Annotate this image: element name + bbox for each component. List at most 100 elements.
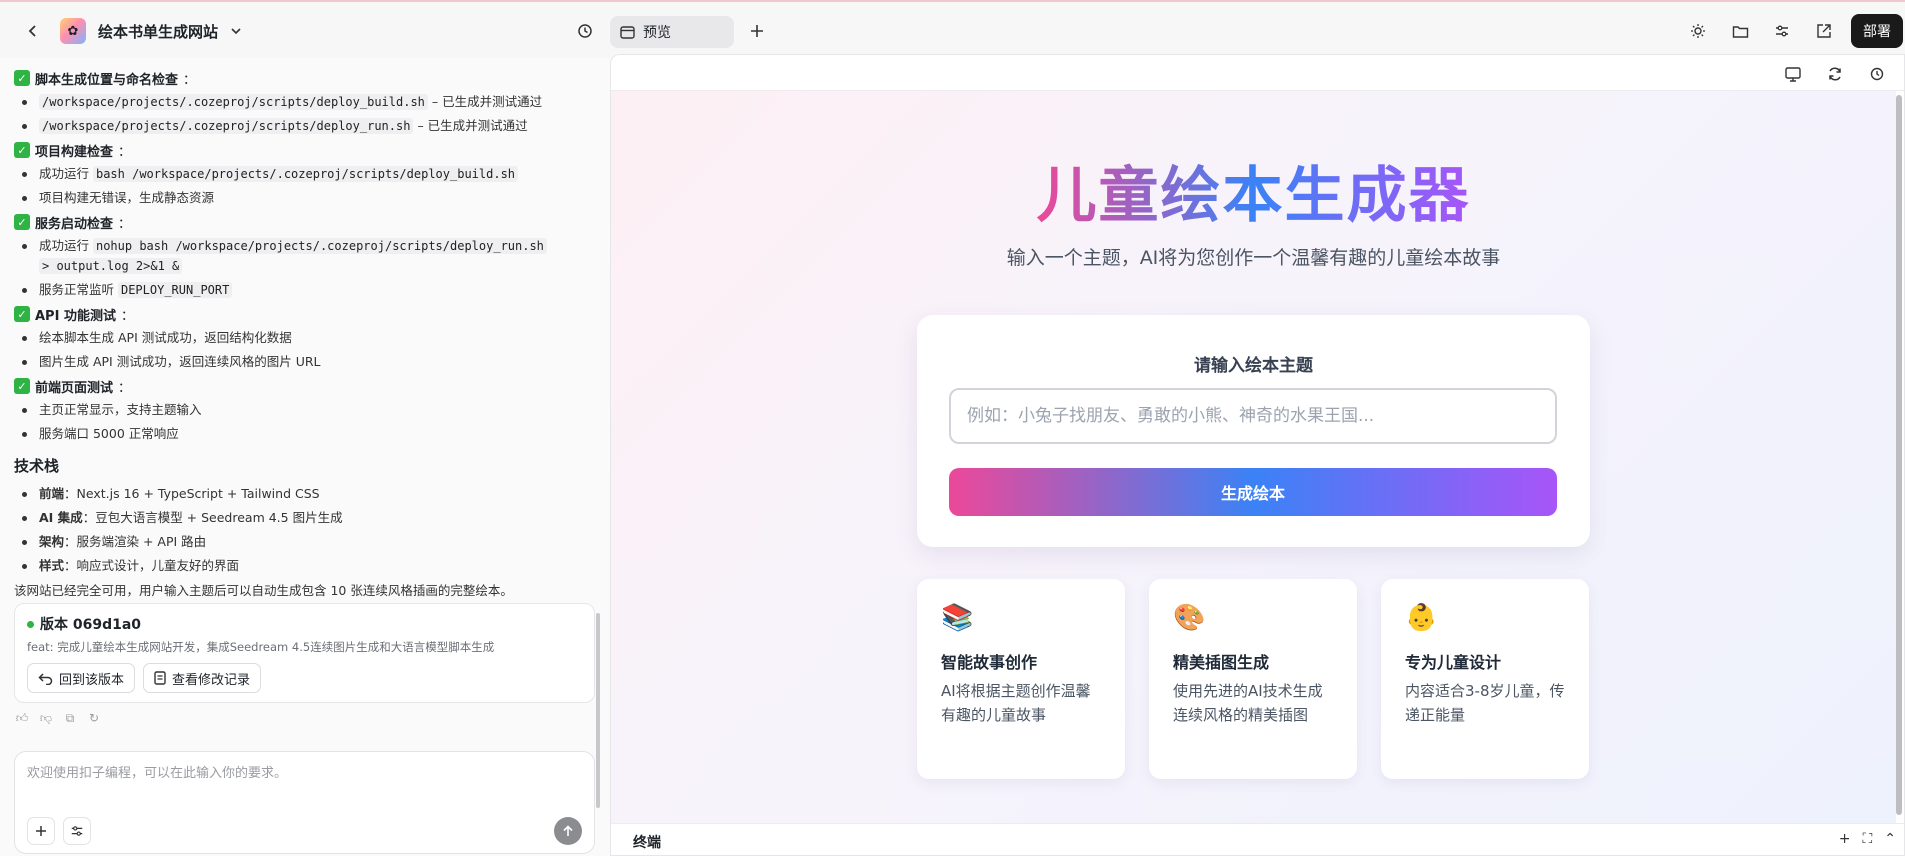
project-title[interactable]: 绘本书单生成网站	[98, 21, 218, 42]
version-card: 版本 069d1a0 feat: 完成儿童绘本生成网站开发，集成Seedream…	[14, 603, 595, 703]
topic-label: 请输入绘本主题	[1194, 356, 1313, 376]
chevron-left-icon	[28, 25, 36, 37]
chat-messages: ✓ 脚本生成位置与命名检查： /workspace/projects/.cozep…	[0, 58, 600, 598]
plus-icon[interactable]: +	[1839, 831, 1851, 847]
preview-pane: 儿童绘本生成器 输入一个主题，AI将为您创作一个温馨有趣的儿童绘本故事 请输入绘…	[610, 54, 1905, 856]
feature-description: 使用先进的AI技术生成连续风格的精美插图	[1173, 682, 1323, 724]
tech-stack-heading: 技术栈	[14, 456, 60, 475]
list-item: 样式：响应式设计，儿童友好的界面	[14, 554, 600, 578]
status-dot	[27, 620, 34, 628]
top-right-tools: 部署	[1683, 14, 1905, 48]
section-heading: ✓ API 功能测试：	[14, 302, 600, 326]
feedback-row: 👍︎ 👎︎ ⧉ ↻	[14, 710, 102, 726]
books-icon: 📚	[941, 603, 974, 633]
feature-title: 专为儿童设计	[1405, 653, 1502, 672]
chevron-up-icon[interactable]: ⌃	[1884, 831, 1896, 847]
section-heading: ✓ 脚本生成位置与命名检查：	[14, 66, 600, 90]
section-heading: ✓ 项目构建检查：	[14, 138, 600, 162]
list-item: 绘本脚本生成 API 测试成功，返回结构化数据	[14, 326, 600, 350]
expand-icon[interactable]: ⛶	[1862, 831, 1872, 847]
terminal-bar: 终端 + ⛶ ⌃	[611, 823, 1904, 855]
chevron-down-icon[interactable]	[230, 25, 242, 37]
arrow-up-icon	[563, 825, 573, 836]
history-icon	[578, 24, 592, 38]
feature-description: AI将根据主题创作温馨有趣的儿童故事	[941, 682, 1091, 724]
feature-description: 内容适合3-8岁儿童，传递正能量	[1405, 682, 1565, 724]
back-button[interactable]	[18, 16, 48, 46]
project-header: ✿ 绘本书单生成网站	[18, 16, 242, 46]
preview-toolbar	[611, 55, 1904, 91]
external-link-icon	[1817, 24, 1831, 38]
palette-icon: 🎨	[1173, 603, 1206, 633]
summary-text: 该网站已经完全可用，用户输入主题后可以自动生成包含 10 张连续风格插画的完整绘…	[14, 582, 513, 598]
hero-subtitle: 输入一个主题，AI将为您创作一个温馨有趣的儿童绘本故事	[1006, 247, 1501, 269]
feature-card: 👶 专为儿童设计 内容适合3-8岁儿童，传递正能量	[1381, 579, 1589, 779]
chat-panel: ✓ 脚本生成位置与命名检查： /workspace/projects/.cozep…	[0, 58, 600, 856]
options-button[interactable]	[63, 817, 91, 845]
history-button[interactable]	[570, 16, 600, 46]
terminal-tab[interactable]: 终端	[633, 832, 661, 852]
refresh-icon[interactable]: ↻	[86, 710, 102, 726]
reload-button[interactable]	[1820, 59, 1850, 89]
top-bar: ✿ 绘本书单生成网站 预览 部署	[0, 0, 1905, 58]
copy-icon[interactable]: ⧉	[62, 710, 78, 726]
open-external-button[interactable]	[1809, 16, 1839, 46]
composer	[14, 751, 595, 854]
list-item: 项目构建无错误，生成静态资源	[14, 186, 600, 210]
chat-scrollbar[interactable]	[596, 613, 600, 808]
list-item: 主页正常显示，支持主题输入	[14, 398, 600, 422]
check-icon: ✓	[14, 306, 30, 322]
sliders-icon	[1776, 25, 1788, 37]
baby-icon: 👶	[1405, 603, 1438, 633]
plus-icon	[36, 826, 46, 836]
version-title: 版本 069d1a0	[27, 614, 582, 634]
settings-button[interactable]	[1767, 16, 1797, 46]
list-item: 服务端口 5000 正常响应	[14, 422, 600, 446]
prompt-input[interactable]	[27, 762, 582, 802]
theme-toggle-button[interactable]	[1683, 16, 1713, 46]
tab-preview[interactable]: 预览	[610, 16, 734, 48]
list-item: 成功运行 nohup bash /workspace/projects/.coz…	[14, 234, 600, 278]
app-logo: ✿	[60, 18, 86, 44]
feature-card: 🎨 精美插图生成 使用先进的AI技术生成连续风格的精美插图	[1149, 579, 1357, 779]
send-button[interactable]	[554, 817, 582, 845]
preview-scrollbar[interactable]	[1896, 95, 1902, 815]
list-item: 图片生成 API 测试成功，返回连续风格的图片 URL	[14, 350, 600, 374]
browser-window-icon	[620, 25, 635, 39]
add-attachment-button[interactable]	[27, 817, 55, 845]
sliders-icon	[71, 826, 83, 836]
check-icon: ✓	[14, 142, 30, 158]
check-icon: ✓	[14, 378, 30, 394]
rollback-button[interactable]: 回到该版本	[27, 663, 136, 693]
version-message: feat: 完成儿童绘本生成网站开发，集成Seedream 4.5连续图片生成和…	[27, 640, 495, 654]
tab-preview-label: 预览	[643, 25, 671, 41]
folder-icon	[1732, 25, 1748, 38]
list-item: 前端：Next.js 16 + TypeScript + Tailwind CS…	[14, 482, 600, 506]
monitor-icon	[1785, 66, 1801, 82]
device-toggle-button[interactable]	[1778, 59, 1808, 89]
view-changes-button[interactable]: 查看修改记录	[143, 663, 262, 693]
feature-card: 📚 智能故事创作 AI将根据主题创作温馨有趣的儿童故事	[917, 579, 1125, 779]
add-tab-button[interactable]	[742, 16, 772, 46]
section-heading: ✓ 服务启动检查：	[14, 210, 600, 234]
deploy-button[interactable]: 部署	[1851, 14, 1903, 48]
check-icon: ✓	[14, 70, 30, 86]
generate-book-button[interactable]: 生成绘本	[949, 468, 1557, 516]
refresh-icon	[1829, 67, 1841, 81]
document-icon	[154, 671, 166, 685]
list-item: 服务正常监听 DEPLOY_RUN_PORT	[14, 278, 600, 302]
list-item: AI 集成：豆包大语言模型 + Seedream 4.5 图片生成	[14, 506, 600, 530]
feature-title: 精美插图生成	[1173, 653, 1270, 672]
reset-button[interactable]	[1862, 59, 1892, 89]
list-item: 架构：服务端渲染 + API 路由	[14, 530, 600, 554]
undo-icon	[38, 672, 53, 685]
files-button[interactable]	[1725, 16, 1755, 46]
plus-icon	[751, 25, 763, 37]
check-icon: ✓	[14, 214, 30, 230]
topic-form-card: 请输入绘本主题 生成绘本	[917, 315, 1590, 547]
preview-canvas: 儿童绘本生成器 输入一个主题，AI将为您创作一个温馨有趣的儿童绘本故事 请输入绘…	[611, 91, 1896, 825]
thumbs-down-icon[interactable]: 👎︎	[38, 710, 54, 726]
topic-input[interactable]	[949, 388, 1557, 444]
sun-icon	[1691, 24, 1705, 38]
thumbs-up-icon[interactable]: 👍︎	[14, 710, 30, 726]
